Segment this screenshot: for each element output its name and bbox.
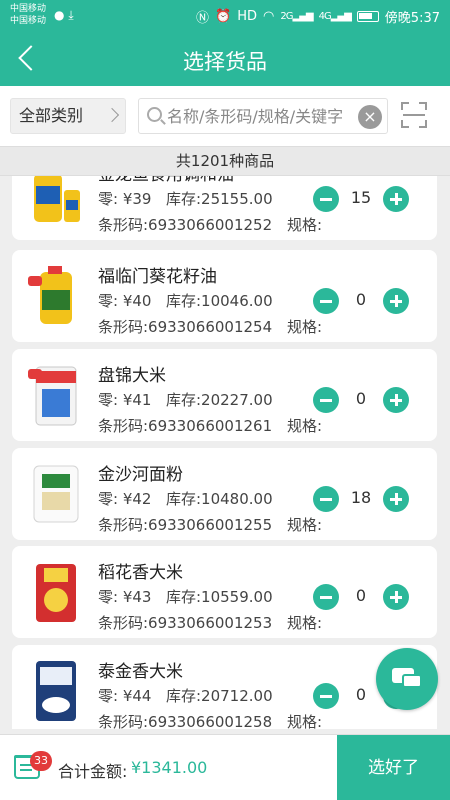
product-spec: 规格: [287, 417, 323, 435]
product-spec: 规格: [287, 216, 323, 234]
chat-button[interactable] [376, 648, 438, 710]
clear-icon[interactable]: × [358, 105, 382, 129]
alarm-icon: ⏰ [215, 9, 232, 24]
plus-button[interactable] [383, 288, 409, 314]
product-price: 零: ¥40 [98, 292, 152, 310]
message-icon: ● [54, 8, 65, 22]
confirm-button[interactable]: 选好了 [337, 735, 450, 800]
plus-button[interactable] [383, 584, 409, 610]
product-barcode: 条形码:6933066001255 [98, 516, 273, 534]
carrier-info: 中国移动 中国移动 [10, 3, 46, 27]
status-right: Ⓝ ⏰ HD ◠ 2G▂▄▆ 4G▂▄▆ 傍晚5:37 [196, 7, 440, 26]
product-list: 金龙鱼食用调和油 零: ¥39 库存:25155.00 条形码:69330660… [0, 176, 450, 729]
total-amount: ¥1341.00 [131, 758, 208, 777]
quantity-value: 15 [350, 188, 372, 207]
product-name: 泰金香大米 [98, 662, 183, 682]
product-spec: 规格: [287, 516, 323, 534]
filter-bar: 全部类别 × [0, 86, 450, 146]
signal-4g-icon: 4G▂▄▆ [318, 11, 352, 22]
search-box: × [138, 98, 388, 134]
product-image-oil [34, 176, 80, 222]
product-price: 零: ¥39 [98, 190, 152, 208]
product-card[interactable]: 泰金香大米 零: ¥44 库存:20712.00 条形码:69330660012… [12, 645, 437, 729]
page-title: 选择货品 [183, 50, 267, 74]
scan-icon[interactable] [401, 102, 427, 128]
product-image-oil [28, 266, 72, 324]
product-spec: 规格: [287, 713, 323, 729]
product-stock: 库存:10559.00 [166, 588, 273, 606]
product-card[interactable]: 盘锦大米 零: ¥41 库存:20227.00 条形码:693306600126… [12, 349, 437, 441]
total-label: 合计金额: [58, 762, 128, 781]
product-name: 盘锦大米 [98, 366, 166, 386]
minus-button[interactable] [313, 486, 339, 512]
minus-button[interactable] [313, 186, 339, 212]
product-spec: 规格: [287, 318, 323, 336]
quantity-stepper: 0 [313, 387, 409, 413]
product-card[interactable]: 金沙河面粉 零: ¥42 库存:10480.00 条形码:69330660012… [12, 448, 437, 540]
minus-button[interactable] [313, 387, 339, 413]
product-barcode: 条形码:6933066001253 [98, 614, 273, 632]
product-stock: 库存:25155.00 [166, 190, 273, 208]
product-stock: 库存:10480.00 [166, 490, 273, 508]
product-price: 零: ¥42 [98, 490, 152, 508]
plus-button[interactable] [383, 186, 409, 212]
cart-count-badge: 33 [30, 751, 52, 771]
bottom-bar: 33 合计金额: ¥1341.00 选好了 [0, 734, 450, 800]
product-price: 零: ¥41 [98, 391, 152, 409]
product-price: 零: ¥44 [98, 687, 152, 705]
product-stock: 库存:10046.00 [166, 292, 273, 310]
quantity-stepper: 15 [313, 186, 409, 212]
product-card[interactable]: 金龙鱼食用调和油 零: ¥39 库存:25155.00 条形码:69330660… [12, 176, 437, 240]
product-name: 稻花香大米 [98, 563, 183, 583]
nfc-icon: Ⓝ [196, 11, 210, 26]
quantity-stepper: 0 [313, 288, 409, 314]
product-card[interactable]: 福临门葵花籽油 零: ¥40 库存:10046.00 条形码:693306600… [12, 250, 437, 342]
download-icon: ⤓ [68, 8, 74, 22]
quantity-value: 18 [350, 488, 372, 507]
product-barcode: 条形码:6933066001258 [98, 713, 273, 729]
battery-icon [356, 11, 379, 22]
quantity-stepper: 18 [313, 486, 409, 512]
product-image-flour [33, 465, 79, 523]
quantity-value: 0 [355, 685, 367, 704]
product-barcode: 条形码:6933066001254 [98, 318, 273, 336]
quantity-value: 0 [355, 586, 367, 605]
product-image-rice [36, 661, 76, 721]
quantity-value: 0 [355, 389, 367, 408]
product-stock: 库存:20712.00 [166, 687, 273, 705]
carrier-2: 中国移动 [10, 16, 47, 26]
minus-button[interactable] [313, 683, 339, 709]
hd-icon: HD [237, 9, 258, 24]
product-image-rice [28, 366, 77, 426]
product-stock: 库存:20227.00 [166, 391, 273, 409]
search-input[interactable] [167, 101, 353, 131]
product-spec: 规格: [287, 614, 323, 632]
status-bar: 中国移动 中国移动 ● ⤓ Ⓝ ⏰ HD ◠ 2G▂▄▆ 4G▂▄▆ 傍晚5:3… [0, 0, 450, 32]
app-header: 选择货品 [0, 32, 450, 86]
quantity-stepper: 0 [313, 584, 409, 610]
category-label: 全部类别 [19, 106, 84, 125]
product-price: 零: ¥43 [98, 588, 152, 606]
status-time: 傍晚5:37 [384, 11, 440, 26]
quantity-value: 0 [355, 290, 367, 309]
notification-icons: ● ⤓ [54, 8, 74, 23]
minus-button[interactable] [313, 288, 339, 314]
product-name: 金沙河面粉 [98, 465, 183, 485]
product-name: 福临门葵花籽油 [98, 267, 217, 287]
chevron-right-icon [104, 107, 120, 123]
minus-button[interactable] [313, 584, 339, 610]
carrier-1: 中国移动 [10, 4, 47, 14]
search-icon [147, 107, 162, 122]
plus-button[interactable] [383, 387, 409, 413]
plus-button[interactable] [383, 486, 409, 512]
product-barcode: 条形码:6933066001261 [98, 417, 273, 435]
product-image-rice [36, 564, 76, 622]
product-barcode: 条形码:6933066001252 [98, 216, 273, 234]
product-card[interactable]: 稻花香大米 零: ¥43 库存:10559.00 条形码:69330660012… [12, 546, 437, 638]
category-select[interactable]: 全部类别 [10, 98, 126, 134]
product-count: 共1201种商品 [0, 146, 450, 176]
wifi-icon: ◠ [263, 9, 275, 24]
product-name: 金龙鱼食用调和油 [98, 176, 234, 185]
signal-2g-icon: 2G▂▄▆ [280, 11, 313, 22]
